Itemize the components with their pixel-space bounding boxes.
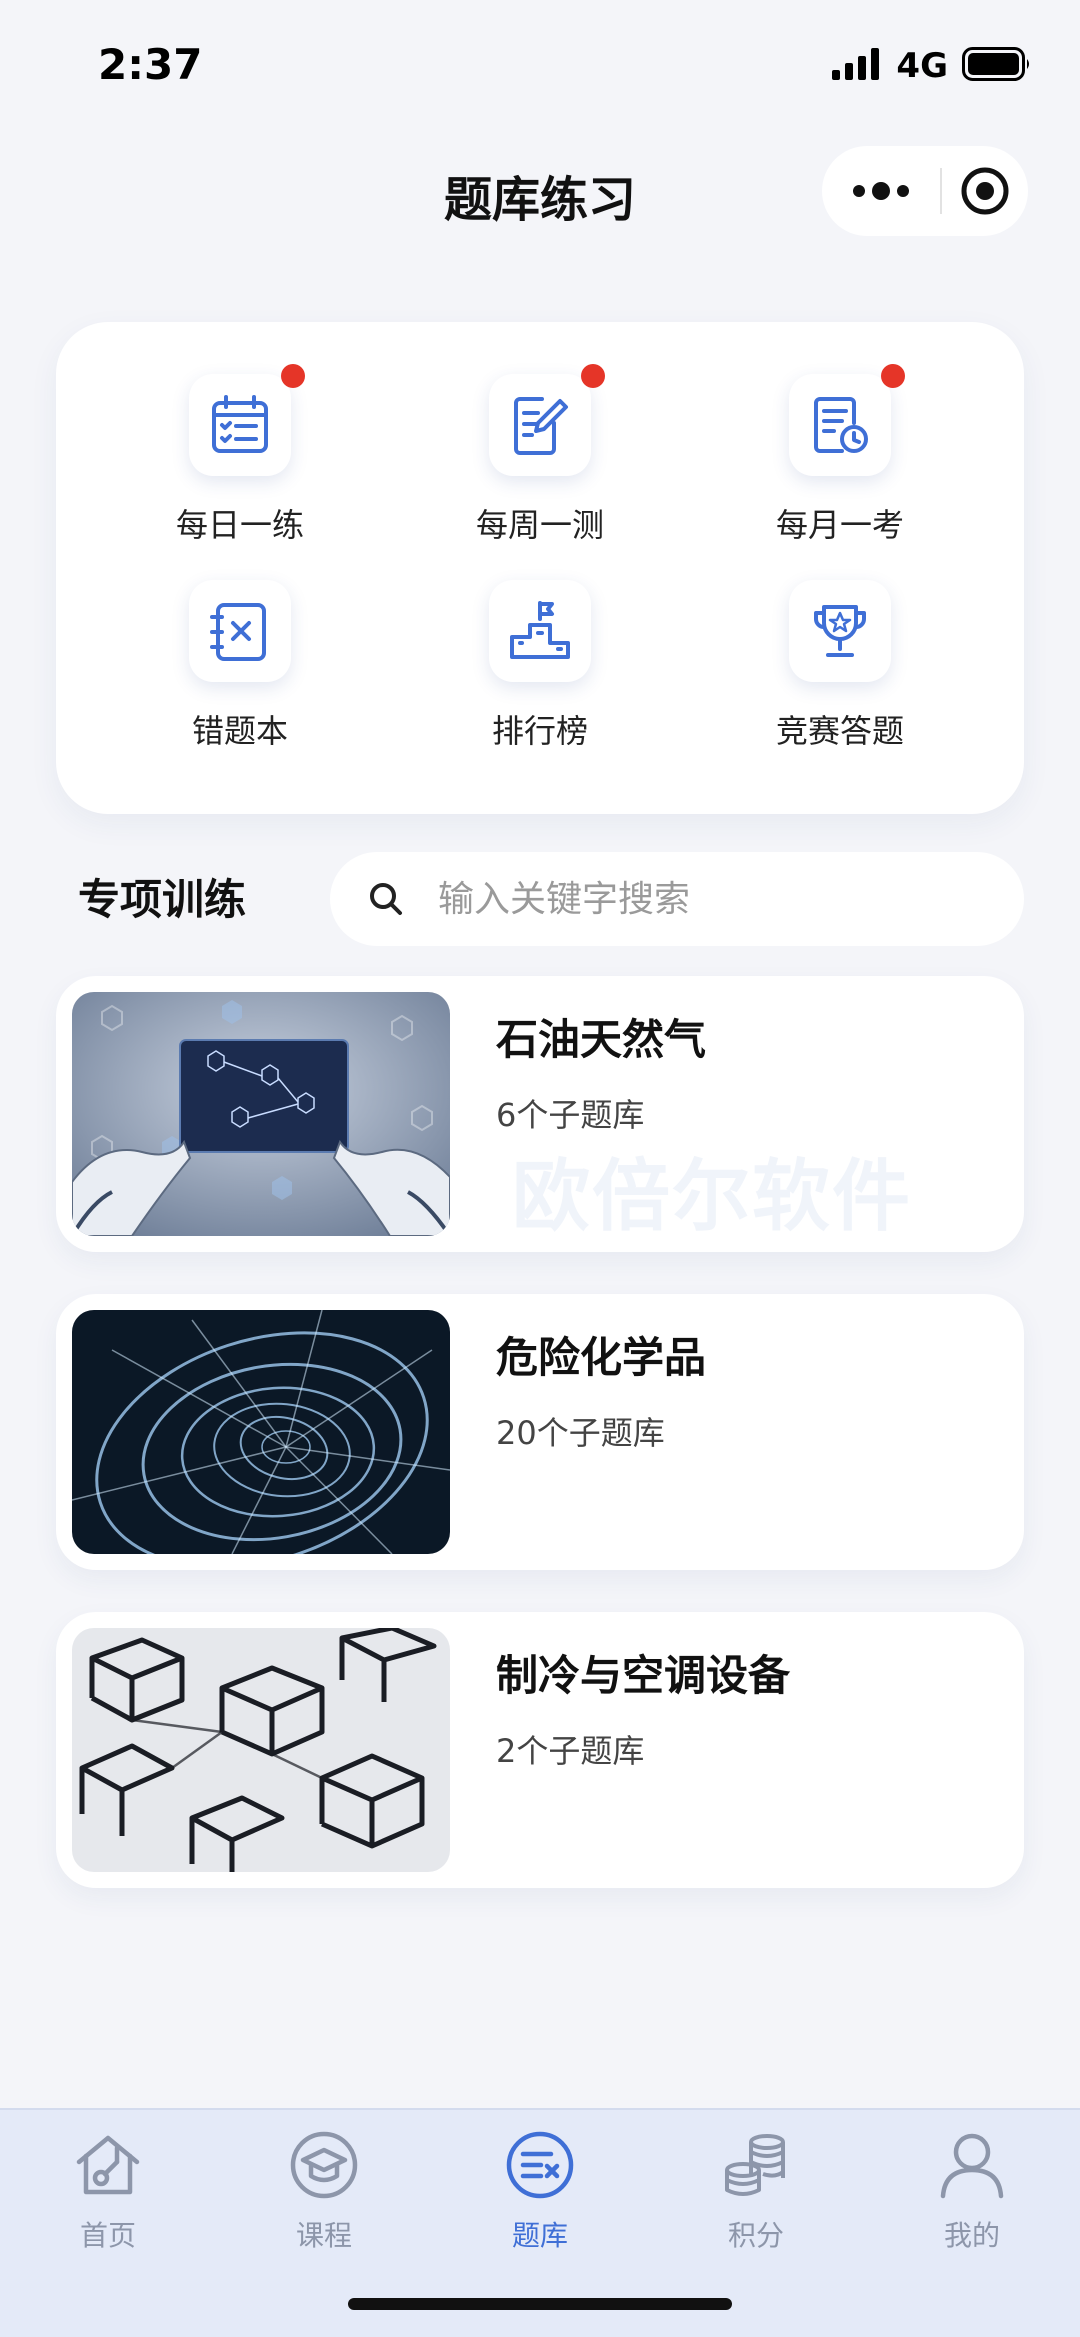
topic-card-petroleum[interactable]: 石油天然气 6个子题库 — [56, 976, 1024, 1252]
wrong-questions-item[interactable]: 错题本 — [90, 580, 390, 752]
podium-icon — [510, 601, 570, 659]
topic-name: 制冷与空调设备 — [496, 1651, 791, 1700]
search-icon — [366, 879, 406, 919]
status-time: 2:37 — [98, 40, 203, 89]
tab-label: 积分 — [727, 2219, 784, 2252]
topic-name: 危险化学品 — [496, 1333, 707, 1382]
status-indicators: 4G — [832, 46, 1032, 86]
more-button[interactable] — [822, 146, 940, 236]
tab-label: 首页 — [79, 2219, 136, 2252]
tab-courses[interactable]: 课程 — [216, 2122, 432, 2254]
tab-home[interactable]: 首页 — [0, 2122, 216, 2254]
competition-label: 竞赛答题 — [775, 712, 904, 750]
leaderboard-item[interactable]: 排行榜 — [390, 580, 690, 752]
competition-tile — [789, 580, 891, 682]
edit-document-icon — [514, 397, 568, 455]
coins-stack-icon — [721, 2122, 791, 2208]
daily-practice-item[interactable]: 每日一练 — [90, 364, 390, 546]
weekly-test-badge — [581, 364, 605, 388]
daily-practice-tile — [189, 364, 305, 476]
status-bar: 2:37 4G — [0, 0, 1080, 120]
more-dots-icon — [853, 182, 909, 200]
search-input[interactable] — [438, 878, 1024, 920]
monthly-exam-label: 每月一考 — [775, 506, 904, 544]
topic-name: 石油天然气 — [496, 1015, 707, 1064]
leaderboard-tile — [489, 580, 591, 682]
weekly-test-label: 每周一测 — [475, 506, 604, 544]
topic-card-hazardous-chemicals[interactable]: 危险化学品 20个子题库 — [56, 1294, 1024, 1570]
question-bank-icon — [505, 2122, 575, 2208]
topic-image-petroleum — [72, 992, 450, 1236]
topic-count: 2个子题库 — [496, 1732, 645, 1770]
signal-icon — [832, 48, 882, 84]
search-bar[interactable] — [330, 852, 1024, 946]
home-icon — [73, 2122, 143, 2208]
graduation-cap-icon — [289, 2122, 359, 2208]
daily-practice-badge — [281, 364, 305, 388]
weekly-test-item[interactable]: 每周一测 — [390, 364, 690, 546]
calendar-checklist-icon — [212, 395, 268, 453]
topic-image-hazardous-chemicals — [72, 1310, 450, 1554]
section-title: 专项训练 — [78, 875, 247, 924]
monthly-exam-item[interactable]: 每月一考 — [690, 364, 990, 546]
competition-item[interactable]: 竞赛答题 — [690, 580, 990, 752]
wrong-questions-tile — [189, 580, 291, 682]
document-clock-icon — [814, 397, 868, 453]
topic-count: 6个子题库 — [496, 1096, 645, 1134]
monthly-exam-badge — [881, 364, 905, 388]
trophy-icon — [814, 605, 866, 657]
daily-practice-label: 每日一练 — [175, 506, 304, 544]
wrong-questions-label: 错题本 — [191, 712, 288, 750]
tab-question-bank[interactable]: 题库 — [432, 2122, 648, 2254]
tab-label: 题库 — [511, 2219, 568, 2252]
weekly-test-tile — [489, 364, 605, 476]
user-icon — [937, 2122, 1007, 2208]
tab-points[interactable]: 积分 — [648, 2122, 864, 2254]
topic-card-refrigeration[interactable]: 制冷与空调设备 2个子题库 — [56, 1612, 1024, 1888]
wrong-questions-icon — [210, 603, 266, 661]
battery-icon — [962, 47, 1032, 85]
quick-actions-card: 每日一练 每周一测 每月一考 错题本 排行榜 竞赛答题 — [56, 322, 1024, 814]
home-indicator — [348, 2298, 732, 2310]
monthly-exam-tile — [789, 364, 905, 476]
target-close-icon — [961, 167, 1009, 215]
mini-program-capsule — [822, 146, 1028, 236]
tab-label: 我的 — [943, 2219, 1000, 2252]
leaderboard-label: 排行榜 — [491, 712, 588, 750]
topic-count: 20个子题库 — [496, 1414, 665, 1452]
question-bank-page: 2:37 4G 题库练习 每日一练 每周一测 每月一考 错题本 排行榜 竞赛答题… — [0, 0, 1080, 2337]
topic-image-refrigeration — [72, 1628, 450, 1872]
network-type: 4G — [896, 46, 948, 86]
tab-label: 课程 — [295, 2219, 352, 2252]
close-button[interactable] — [942, 146, 1028, 236]
tab-profile[interactable]: 我的 — [864, 2122, 1080, 2254]
